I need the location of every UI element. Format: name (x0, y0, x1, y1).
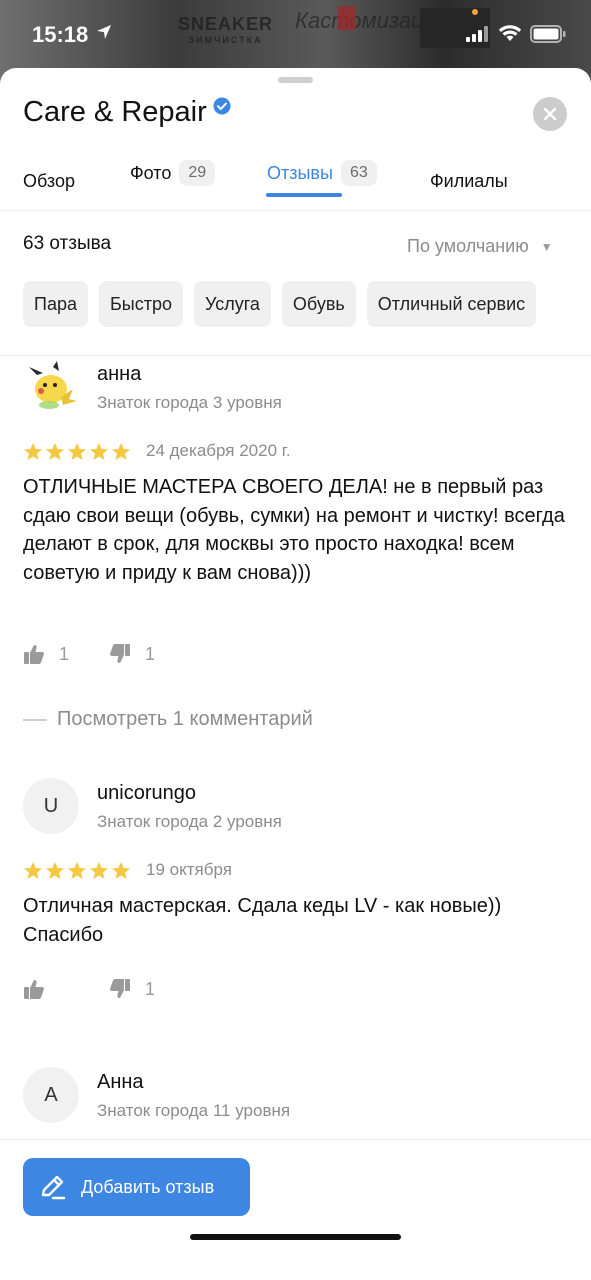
star-icon (90, 862, 108, 879)
avatar[interactable]: U (23, 778, 79, 834)
reviewer-level: Знаток города 3 уровня (97, 393, 282, 412)
dislike-count: 1 (145, 978, 156, 999)
battery-icon (530, 25, 566, 43)
tab-photos-label: Фото (130, 162, 172, 183)
view-comments-label: Посмотреть 1 комментарий (57, 708, 313, 730)
tab-photos-count: 29 (179, 160, 216, 186)
add-review-button[interactable]: Добавить отзыв (23, 1158, 250, 1216)
view-comments-link[interactable]: Посмотреть 1 комментарий (23, 708, 313, 731)
reviewer-name[interactable]: Анна (97, 1071, 144, 1094)
chip-tag[interactable]: Быстро (98, 281, 183, 327)
sheet-grabber[interactable] (278, 77, 313, 83)
tab-reviews-label: Отзывы (267, 162, 333, 183)
star-rating (23, 861, 131, 881)
status-time: 15:18 (32, 22, 89, 47)
close-button[interactable] (533, 97, 567, 131)
review-tag-chips: Пара Быстро Услуга Обувь Отличный сервис (23, 281, 537, 327)
tab-branches-label: Филиалы (430, 171, 508, 191)
review-text: Отличная мастерская. Сдала кеды LV - как… (23, 895, 502, 946)
add-review-label: Добавить отзыв (81, 1176, 215, 1197)
sort-dropdown[interactable]: По умолчанию ▼ (407, 236, 553, 257)
like-count: 1 (59, 643, 70, 664)
like-button[interactable] (23, 978, 59, 1000)
verified-badge-icon (213, 97, 231, 114)
pikachu-avatar-icon (29, 361, 77, 409)
star-icon (24, 862, 42, 879)
chip-tag[interactable]: Пара (23, 281, 88, 327)
star-icon (112, 443, 130, 460)
avatar[interactable] (23, 359, 79, 415)
dislike-button[interactable]: 1 (109, 978, 155, 1000)
tab-reviews[interactable]: Отзывы 63 (267, 160, 377, 186)
chip-tag[interactable]: Услуга (194, 281, 271, 327)
chip-tag[interactable]: Отличный сервис (366, 281, 537, 327)
tab-overview-label: Обзор (23, 171, 75, 191)
wifi-icon (498, 25, 522, 41)
pencil-icon (41, 1175, 66, 1200)
reviews-count: 63 отзыва (23, 233, 112, 254)
active-tab-indicator (266, 193, 342, 197)
avatar-letter: А (44, 1083, 58, 1106)
tab-overview[interactable]: Обзор (23, 171, 75, 192)
reviewer-name[interactable]: анна (97, 363, 141, 386)
home-indicator[interactable] (190, 1234, 401, 1240)
reviewer-name[interactable]: unicorungo (97, 782, 196, 805)
star-icon (46, 443, 64, 460)
cellular-signal-icon (466, 26, 488, 42)
close-icon (543, 107, 557, 121)
star-icon (68, 443, 86, 460)
bottom-action-bar: Добавить отзыв (0, 1139, 591, 1280)
star-icon (46, 862, 64, 879)
star-icon (112, 862, 130, 879)
comments-line-icon (23, 718, 47, 721)
page-title: Care & Repair (23, 96, 207, 128)
reviewer-level: Знаток города 2 уровня (97, 812, 282, 831)
star-icon (68, 862, 86, 879)
like-button[interactable]: 1 (23, 643, 69, 665)
thumbs-down-icon (110, 644, 130, 663)
avatar[interactable]: А (23, 1067, 79, 1123)
sort-label: По умолчанию (407, 236, 529, 256)
thumbs-down-icon (110, 979, 130, 998)
reviewer-level: Знаток города 11 уровня (97, 1101, 291, 1120)
review-text: ОТЛИЧНЫЕ МАСТЕРА СВОЕГО ДЕЛА! не в первы… (23, 476, 565, 584)
location-arrow-icon (97, 25, 111, 39)
thumbs-up-icon (24, 980, 44, 999)
place-card-sheet: Care & Repair Обзор Фото 29 Отзывы 63 Фи… (0, 68, 591, 1280)
chevron-down-icon: ▼ (540, 239, 553, 254)
thumbs-up-icon (24, 645, 44, 664)
dislike-button[interactable]: 1 (109, 643, 155, 665)
tab-photos[interactable]: Фото 29 (130, 160, 216, 186)
tab-branches[interactable]: Филиалы (430, 171, 508, 192)
star-icon (90, 443, 108, 460)
star-icon (24, 443, 42, 460)
privacy-indicator-dot (472, 9, 478, 15)
star-rating (23, 442, 131, 462)
header: Care & Repair (23, 96, 231, 129)
tab-reviews-count: 63 (340, 160, 377, 186)
status-bar: 15:18 (0, 0, 591, 68)
tab-bar: Обзор Фото 29 Отзывы 63 Филиалы (0, 156, 591, 211)
divider (0, 355, 591, 356)
review-date: 24 декабря 2020 г. (146, 441, 291, 460)
dislike-count: 1 (145, 643, 156, 664)
review-date: 19 октября (146, 860, 232, 879)
avatar-letter: U (43, 794, 59, 817)
chip-tag[interactable]: Обувь (281, 281, 356, 327)
